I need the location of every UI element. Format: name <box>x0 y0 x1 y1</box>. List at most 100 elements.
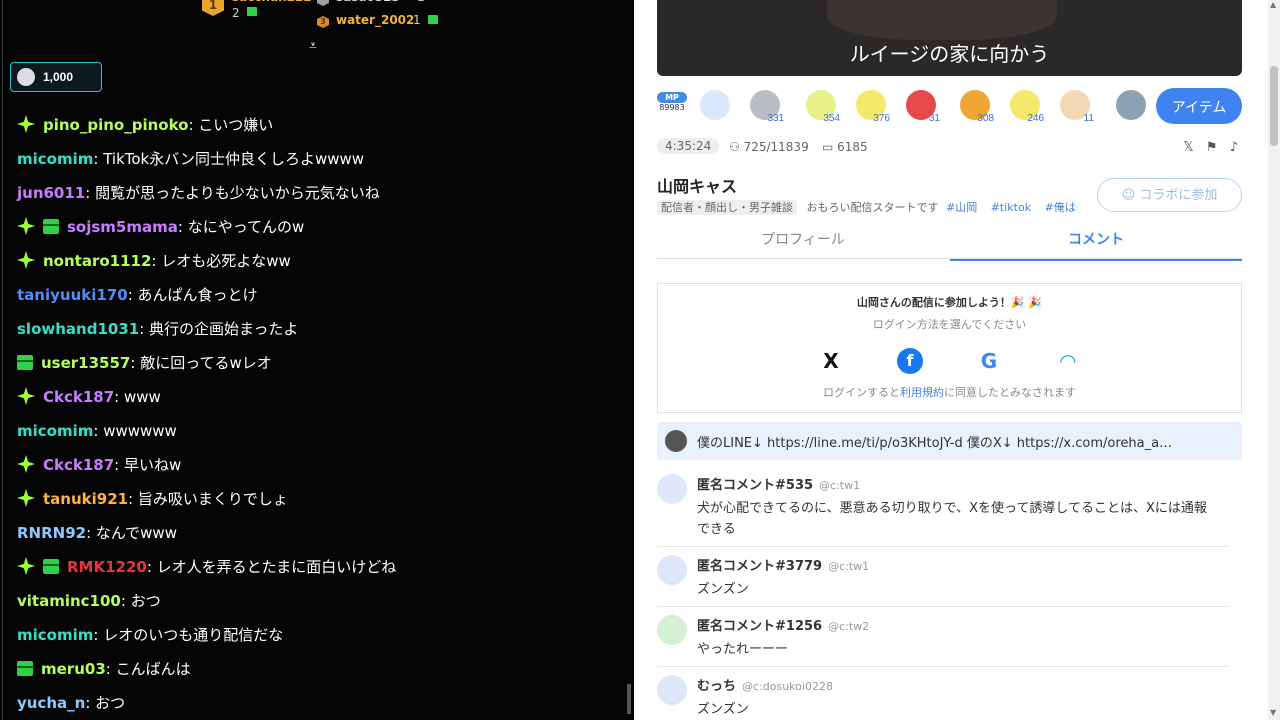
coin-icon <box>17 68 35 86</box>
video-caption: ルイージの家に向かう <box>849 42 1050 66</box>
chat-panel: 1 sacchan222 2 sasa0323 1 3 water_2002 1… <box>0 0 632 720</box>
ranking-name: sacchan222 <box>232 0 312 4</box>
tab-comments[interactable]: コメント <box>950 228 1242 261</box>
item-count: 31 <box>928 113 940 124</box>
comment-divider <box>657 546 1229 547</box>
x-login-icon[interactable]: X <box>818 348 844 374</box>
chat-username[interactable]: tanuki921 <box>43 490 128 508</box>
chat-username[interactable]: Ckck187 <box>43 388 114 406</box>
category-badge[interactable]: 配信者・顔出し・男子雑談 <box>657 200 797 215</box>
gift-badge-icon <box>43 219 59 234</box>
stream-panel: ルイージの家に向かう MP 89983 331 354 376 31 308 246 11 … <box>634 0 1280 720</box>
comment-body: やったれーーー <box>697 642 789 657</box>
chat-username[interactable]: taniyuuki170 <box>17 286 128 304</box>
chat-text: : レオのいつも通り配信だな <box>93 626 284 644</box>
chat-message: Ckck187: www <box>17 384 161 410</box>
chat-username[interactable]: pino_pino_pinoko <box>43 116 188 134</box>
chat-message: RNRN92: なんでwww <box>17 520 177 546</box>
chat-username[interactable]: meru03 <box>41 660 106 678</box>
comment-author-id: @c:tw2 <box>828 620 870 633</box>
item-slot[interactable]: 31 <box>900 88 940 128</box>
stream-stats: 4:35:24 ⚇ 725/11839 ▭ 6185 𝕏 ⚑ ♪ <box>657 138 1242 158</box>
sparkle-badge-icon <box>17 217 35 235</box>
facebook-login-icon[interactable]: f <box>897 348 923 374</box>
scroll-down-icon[interactable]: ▼ <box>1270 708 1276 717</box>
chat-username[interactable]: RNRN92 <box>17 524 86 542</box>
ranking-entry: 3 water_2002 1 <box>317 13 438 28</box>
item-slot[interactable]: 246 <box>1004 88 1044 128</box>
chat-username[interactable]: slowhand1031 <box>17 320 139 338</box>
item-count: 354 <box>823 113 840 124</box>
comment-author[interactable]: 匿名コメント#3779 @c:tw1 <box>697 555 869 574</box>
login-box: 山岡さんの配信に参加しよう！🎉 🎉 ログイン方法を選んでください X f G ◠… <box>657 283 1242 413</box>
ranking-name: sasa0323 <box>336 0 400 4</box>
comment-avatar[interactable] <box>657 675 687 705</box>
tab-profile[interactable]: プロフィール <box>657 228 949 258</box>
item-button[interactable]: アイテム <box>1156 88 1242 124</box>
item-count: 331 <box>767 113 784 124</box>
chat-username[interactable]: Ckck187 <box>43 456 114 474</box>
page-scrollbar[interactable]: ▲ ▼ <box>1268 0 1280 720</box>
item-slot[interactable]: 331 <box>744 88 784 128</box>
scrollbar-thumb[interactable] <box>1270 66 1278 146</box>
item-slot[interactable]: 376 <box>850 88 890 128</box>
item-slot[interactable] <box>694 88 734 128</box>
chat-text: : 閲覧が思ったよりも少ないから元気ないね <box>85 184 380 202</box>
chat-username[interactable]: micomim <box>17 422 93 440</box>
chat-text: : 典行の企画始まったよ <box>139 320 299 338</box>
hashtag[interactable]: #山岡 <box>946 201 977 214</box>
chat-username[interactable]: micomim <box>17 626 93 644</box>
chat-username[interactable]: micomim <box>17 150 93 168</box>
item-slot[interactable]: 354 <box>800 88 840 128</box>
item-slot[interactable]: 308 <box>954 88 994 128</box>
chat-message: tanuki921: 旨み吸いまくりでしょ <box>17 486 288 512</box>
comment-avatar[interactable] <box>657 474 687 504</box>
gift-icon <box>428 15 438 24</box>
comment-author[interactable]: むっち @c:dosukoi0228 <box>697 675 833 694</box>
chat-message: taniyuuki170: あんぱん食っとけ <box>17 282 258 308</box>
comment-avatar[interactable] <box>657 615 687 645</box>
ranking-count: 2 <box>232 6 240 20</box>
chat-username[interactable]: nontaro1112 <box>43 252 151 270</box>
terms-link[interactable]: 利用規約 <box>900 386 944 399</box>
chat-message: meru03: こんばんは <box>17 656 191 682</box>
chat-scrollbar[interactable] <box>627 684 631 714</box>
chat-text: : こんばんは <box>105 660 191 678</box>
pinned-message[interactable]: 僕のLINE↓ https://line.me/ti/p/o3KHtoJY-d … <box>657 422 1242 460</box>
comment-author[interactable]: 匿名コメント#535 @c:tw1 <box>697 474 860 493</box>
item-bar: MP 89983 331 354 376 31 308 246 11 アイテム <box>657 88 1242 128</box>
video-player[interactable]: ルイージの家に向かう <box>657 0 1242 76</box>
item-count: 246 <box>1027 113 1044 124</box>
google-login-icon[interactable]: G <box>976 348 1002 374</box>
chat-text: : おつ <box>120 592 161 610</box>
other-login-icon[interactable]: ◠ <box>1055 348 1081 374</box>
hashtag[interactable]: #俺は <box>1045 201 1076 214</box>
points-button[interactable]: 1,000 <box>10 62 102 92</box>
login-note-text: ログインすると <box>823 386 900 399</box>
comment-author[interactable]: 匿名コメント#1256 @c:tw2 <box>697 615 869 634</box>
chat-username[interactable]: jun6011 <box>17 184 85 202</box>
streamer-name[interactable]: 山岡キャス <box>657 173 737 197</box>
item-slot[interactable]: 11 <box>1054 88 1094 128</box>
tab-divider <box>657 258 1242 259</box>
comment-avatar[interactable] <box>657 555 687 585</box>
chat-username[interactable]: yucha_n <box>17 694 85 712</box>
chat-text: : www <box>114 388 161 406</box>
sparkle-badge-icon <box>17 557 35 575</box>
collab-button[interactable]: ☺ コラボに参加 <box>1097 178 1242 212</box>
share-icons[interactable]: 𝕏 ⚑ ♪ <box>1183 140 1242 155</box>
stream-time: 4:35:24 <box>657 138 720 154</box>
chat-message: RMK1220: レオ人を弄るとたまに面白いけどね <box>17 554 396 580</box>
chat-username[interactable]: user13557 <box>41 354 130 372</box>
hashtag[interactable]: #tiktok <box>991 201 1031 214</box>
scroll-up-icon[interactable]: ▲ <box>1270 0 1276 9</box>
expand-ranking-icon[interactable]: ⩡ <box>309 38 317 54</box>
chat-username[interactable]: sojsm5mama <box>67 218 178 236</box>
chat-text: : レオ人を弄るとたまに面白いけどね <box>146 558 397 576</box>
chat-username[interactable]: vitaminc100 <box>17 592 121 610</box>
login-subtitle: ログイン方法を選んでください <box>872 318 1027 331</box>
chat-message: micomim: TikTok永バン同士仲良くしろよwwww <box>17 146 364 172</box>
chat-username[interactable]: RMK1220 <box>67 558 147 576</box>
item-slot[interactable] <box>1110 88 1150 128</box>
login-note-text: に同意したとみなされます <box>944 386 1076 399</box>
